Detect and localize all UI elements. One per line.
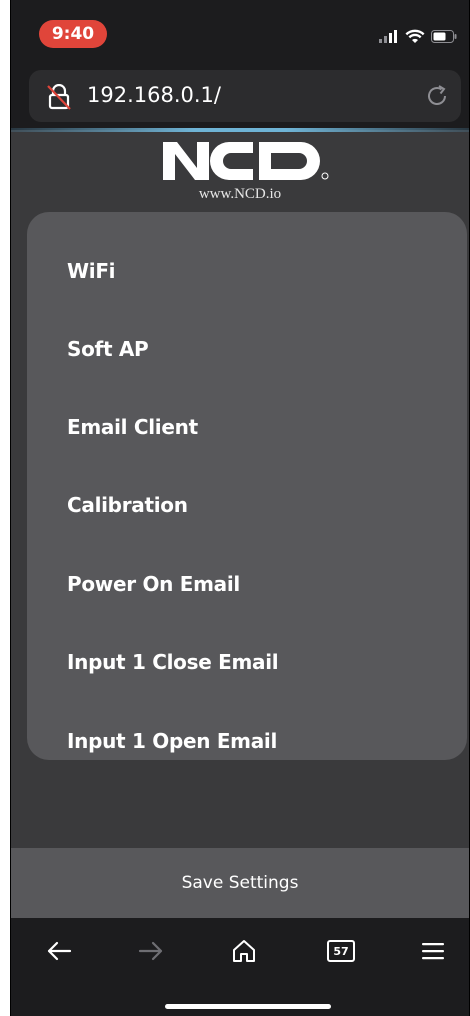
- menu-item-power-on-email[interactable]: Power On Email: [67, 572, 240, 596]
- save-settings-button[interactable]: Save Settings: [11, 848, 469, 918]
- wifi-icon: [405, 29, 425, 43]
- menu-item-input-1-open-email[interactable]: Input 1 Open Email: [67, 729, 277, 753]
- insecure-lock-icon[interactable]: [47, 84, 71, 110]
- cellular-signal-icon: [379, 30, 397, 43]
- ncd-logo: [163, 142, 329, 180]
- save-bar: Save Settings: [11, 848, 469, 918]
- status-bar: 9:40: [11, 0, 469, 62]
- tab-count: 57: [333, 944, 349, 958]
- logo-url: www.NCD.io: [198, 186, 282, 202]
- tabs-button[interactable]: 57: [321, 936, 361, 966]
- menu-item-calibration[interactable]: Calibration: [67, 493, 188, 517]
- url-text[interactable]: 192.168.0.1/: [87, 83, 221, 107]
- status-icons: [379, 26, 457, 46]
- reload-icon[interactable]: [425, 84, 449, 108]
- phone-screen: 9:40 192.168.0.1/ www.NCD.io WiFi Soft A…: [10, 0, 470, 1016]
- menu-item-email-client[interactable]: Email Client: [67, 415, 198, 439]
- menu-item-wifi[interactable]: WiFi: [67, 259, 116, 283]
- forward-button[interactable]: [131, 936, 171, 966]
- home-button[interactable]: [224, 936, 264, 966]
- menu-item-soft-ap[interactable]: Soft AP: [67, 337, 149, 361]
- address-bar[interactable]: 192.168.0.1/: [29, 70, 461, 122]
- browser-toolbar: 57: [11, 918, 469, 1016]
- status-time: 9:40: [39, 20, 107, 48]
- hamburger-menu-icon: [422, 943, 444, 960]
- tabs-icon: 57: [327, 940, 355, 962]
- home-icon: [233, 940, 255, 962]
- menu-item-input-1-close-email[interactable]: Input 1 Close Email: [67, 650, 279, 674]
- forward-arrow-icon: [138, 941, 163, 961]
- browser-address-area: 192.168.0.1/: [11, 62, 469, 130]
- page-load-accent-line: [11, 128, 469, 132]
- menu-button[interactable]: [413, 936, 453, 966]
- back-button[interactable]: [39, 936, 79, 966]
- home-indicator: [165, 1004, 331, 1009]
- back-arrow-icon: [47, 941, 72, 961]
- battery-icon: [431, 29, 457, 43]
- settings-menu: WiFi Soft AP Email Client Calibration Po…: [27, 212, 467, 760]
